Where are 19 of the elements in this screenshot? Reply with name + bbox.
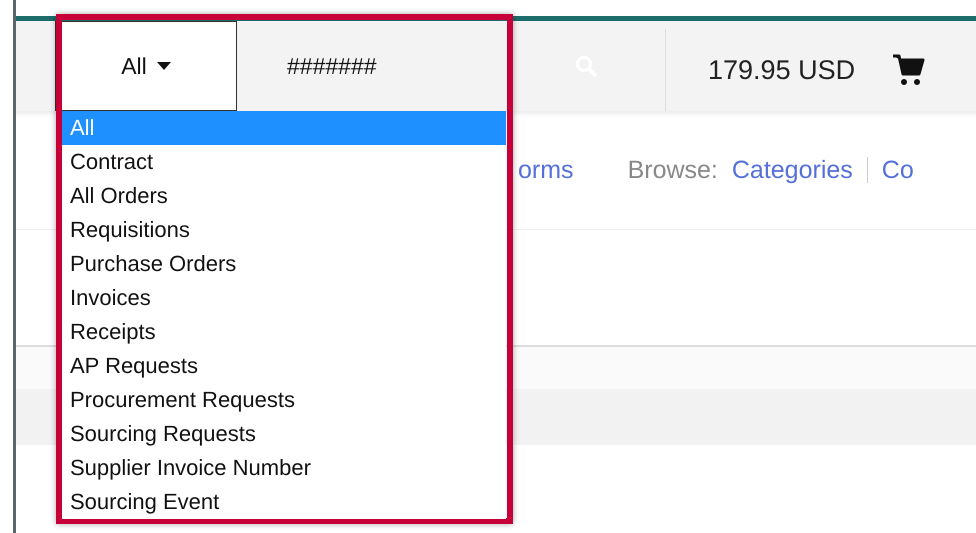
dropdown-option[interactable]: Sourcing Event [62,485,506,519]
browse-link[interactable]: Categories [732,156,853,184]
cart-total: 179.95 USD [708,54,856,86]
dropdown-option[interactable]: Purchase Orders [62,247,506,281]
search-field[interactable]: ####### [237,21,657,111]
nav-link[interactable]: orms [518,156,574,184]
dropdown-option[interactable]: Invoices [62,281,506,315]
dropdown-option[interactable]: Supplier Invoice Number [62,451,506,485]
dropdown-option[interactable]: Procurement Requests [62,383,506,417]
dropdown-option[interactable]: Sourcing Requests [62,417,506,451]
dropdown-option[interactable]: Requisitions [62,213,506,247]
dropdown-option[interactable]: All Orders [62,179,506,213]
caret-icon [156,62,171,70]
browse-link[interactable]: Co [882,156,914,184]
dropdown-option[interactable]: Contract [62,145,506,179]
cart-icon[interactable] [891,53,926,87]
scope-dropdown[interactable]: All [55,21,237,111]
browse-label: Browse: [628,156,718,184]
dropdown-option[interactable]: Receipts [62,315,506,349]
